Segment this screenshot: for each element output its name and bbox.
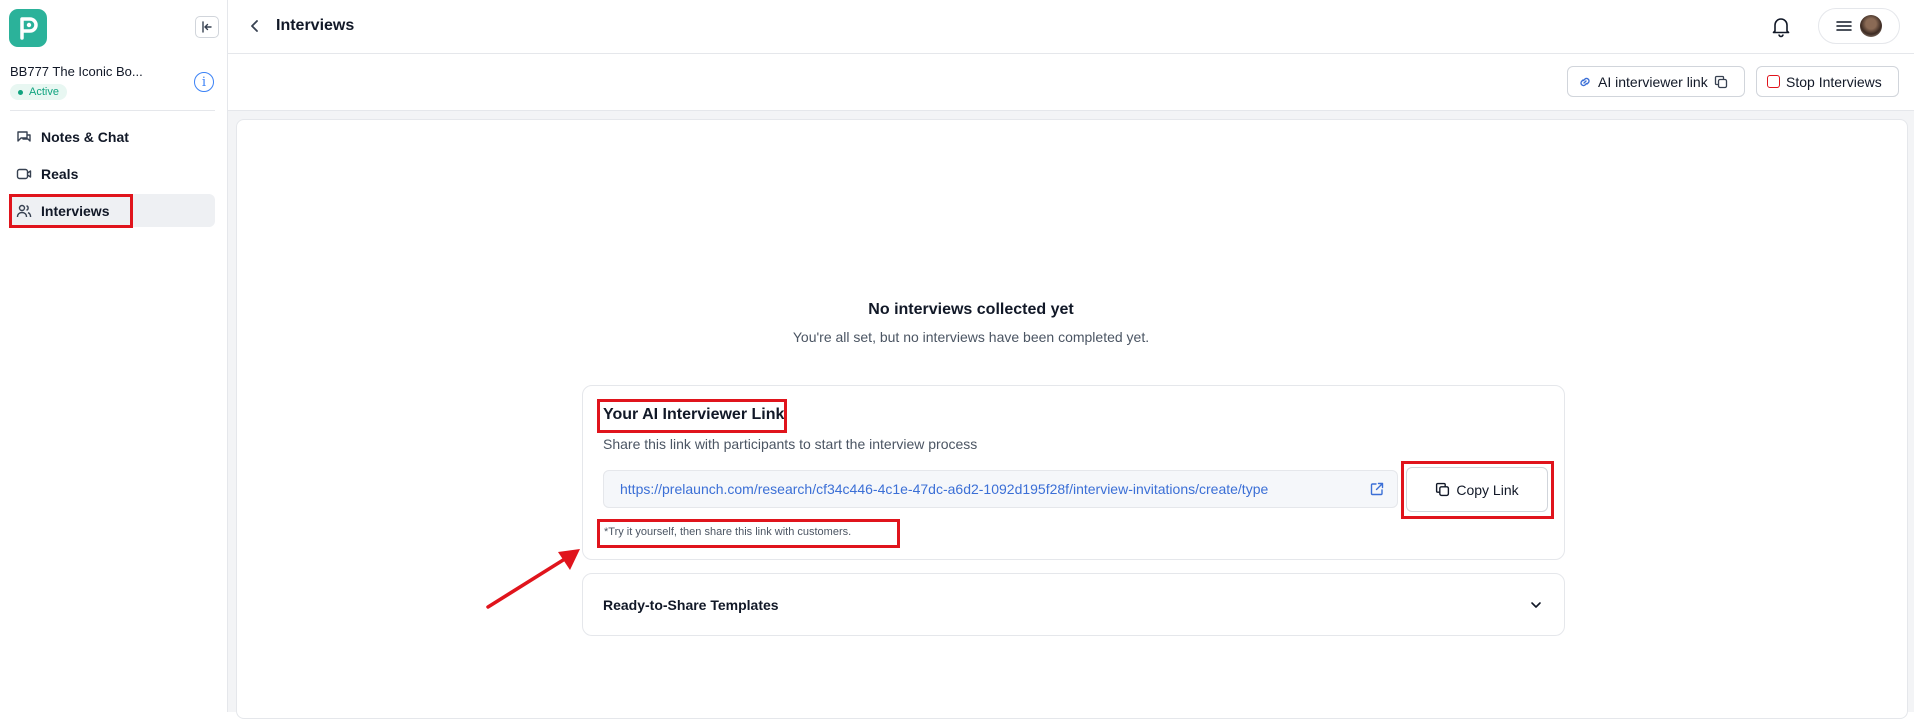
ai-interviewer-link-button[interactable]: AI interviewer link xyxy=(1567,66,1745,97)
highlight-box xyxy=(9,194,133,228)
stop-interviews-button[interactable]: Stop Interviews xyxy=(1756,66,1899,97)
menu-icon xyxy=(1836,21,1852,31)
copy-link-label: Copy Link xyxy=(1456,481,1519,498)
copy-icon xyxy=(1436,482,1450,497)
sidebar-divider xyxy=(10,110,215,111)
annotation-arrow xyxy=(486,549,580,609)
info-icon[interactable]: i xyxy=(194,72,214,92)
link-icon xyxy=(1580,77,1590,86)
link-card-description: Share this link with participants to sta… xyxy=(603,436,978,452)
highlight-box xyxy=(597,399,787,433)
sidebar-item-notes-chat[interactable]: Notes & Chat xyxy=(10,120,215,153)
collapse-sidebar-button[interactable] xyxy=(195,16,219,38)
status-dot xyxy=(18,89,23,95)
back-icon[interactable] xyxy=(248,18,262,34)
video-icon xyxy=(16,166,32,182)
status-badge: Active xyxy=(10,84,67,100)
sidebar-item-reals[interactable]: Reals xyxy=(10,157,215,190)
project-name: BB777 The Iconic Bo... xyxy=(10,64,143,79)
sidebar-item-label: Reals xyxy=(41,165,79,182)
top-bar: Interviews xyxy=(228,0,1914,54)
project-info: BB777 The Iconic Bo... Active xyxy=(10,64,215,100)
app-logo[interactable] xyxy=(9,9,47,47)
action-bar: AI interviewer link Stop Interviews xyxy=(228,55,1914,111)
ai-interviewer-link-card: Your AI Interviewer Link Share this link… xyxy=(582,385,1565,560)
page-title: Interviews xyxy=(276,17,355,34)
sidebar-item-label: Notes & Chat xyxy=(41,128,129,145)
copy-icon xyxy=(1714,75,1727,88)
chevron-down-icon xyxy=(1531,602,1541,608)
interviewer-url: https://prelaunch.com/research/cf34c446-… xyxy=(620,481,1269,497)
avatar xyxy=(1860,15,1882,37)
stop-interviews-label: Stop Interviews xyxy=(1786,73,1882,90)
templates-accordion[interactable]: Ready-to-Share Templates xyxy=(582,573,1565,636)
highlight-box xyxy=(597,519,900,548)
external-link-icon[interactable] xyxy=(1369,481,1385,497)
empty-state-subtitle: You're all set, but no interviews have b… xyxy=(792,329,1150,345)
status-label: Active xyxy=(29,86,59,98)
copy-link-button[interactable]: Copy Link xyxy=(1406,467,1548,512)
user-menu-button[interactable] xyxy=(1818,8,1900,44)
ai-interviewer-link-label: AI interviewer link xyxy=(1598,73,1708,90)
sidebar-nav: Notes & Chat Reals Interviews xyxy=(9,120,215,231)
bell-icon[interactable] xyxy=(1769,14,1793,38)
interviewer-url-field[interactable]: https://prelaunch.com/research/cf34c446-… xyxy=(603,470,1398,508)
sidebar: BB777 The Iconic Bo... Active i Notes & … xyxy=(0,0,228,712)
collapse-icon xyxy=(202,21,212,33)
chat-icon xyxy=(16,129,32,145)
empty-state-title: No interviews collected yet xyxy=(868,301,1074,318)
templates-label: Ready-to-Share Templates xyxy=(603,597,779,613)
stop-icon xyxy=(1767,75,1780,88)
sidebar-item-interviews[interactable]: Interviews xyxy=(9,194,215,228)
